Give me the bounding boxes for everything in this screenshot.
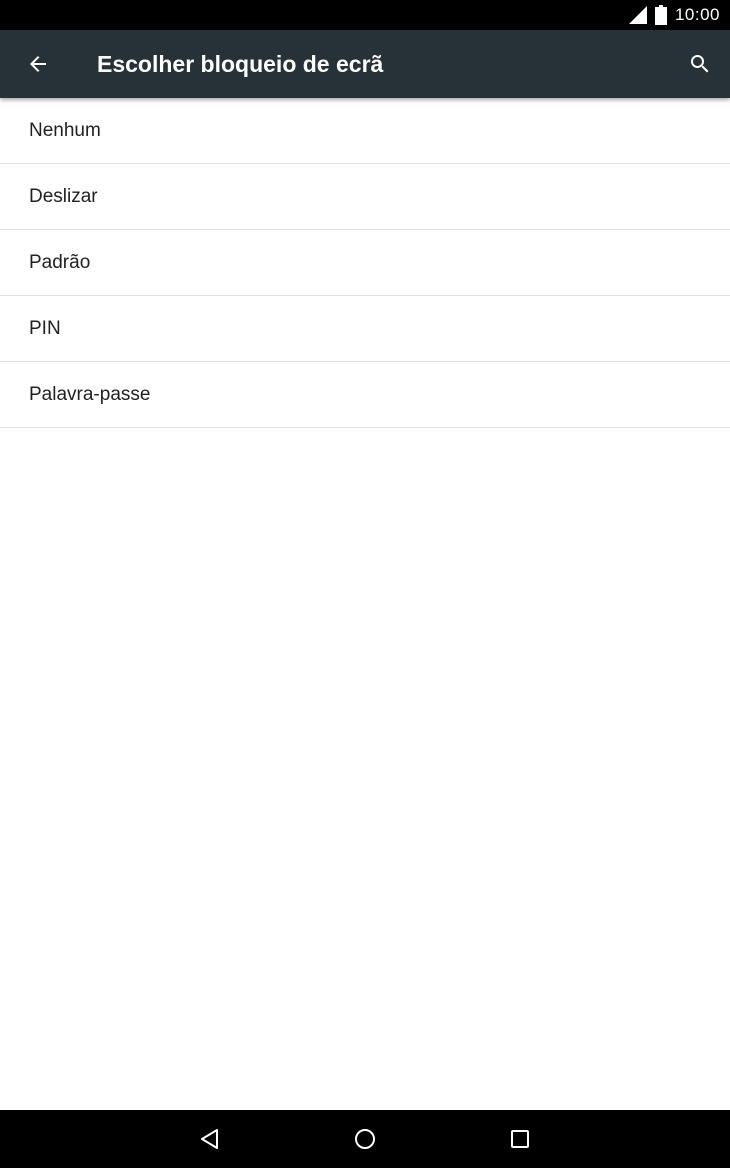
lock-options-list: Nenhum Deslizar Padrão PIN Palavra-passe xyxy=(0,98,730,428)
app-bar: Escolher bloqueio de ecrã xyxy=(0,30,730,98)
back-button[interactable] xyxy=(14,40,62,88)
nav-home-button[interactable] xyxy=(345,1119,385,1159)
nav-recents-icon xyxy=(511,1130,529,1148)
search-button[interactable] xyxy=(676,40,724,88)
lock-option-nenhum[interactable]: Nenhum xyxy=(0,98,730,164)
lock-option-pin[interactable]: PIN xyxy=(0,296,730,362)
search-icon xyxy=(691,55,709,73)
screen: 10:00 Escolher bloqueio de ecrã Nenhum D… xyxy=(0,0,730,1168)
nav-back-icon xyxy=(201,1129,218,1149)
back-arrow-icon xyxy=(30,56,46,72)
lock-option-label: PIN xyxy=(29,317,61,339)
clock: 10:00 xyxy=(674,5,720,24)
lock-option-label: Padrão xyxy=(29,251,91,273)
lock-option-palavra-passe[interactable]: Palavra-passe xyxy=(0,362,730,428)
status-bar: 10:00 xyxy=(0,0,730,30)
page-title: Escolher bloqueio de ecrã xyxy=(97,51,384,77)
lock-option-label: Nenhum xyxy=(29,119,101,141)
lock-option-label: Deslizar xyxy=(29,185,98,207)
status-indicators: 10:00 xyxy=(628,0,720,30)
lock-option-padrao[interactable]: Padrão xyxy=(0,230,730,296)
nav-back-button[interactable] xyxy=(190,1119,230,1159)
lock-option-label: Palavra-passe xyxy=(29,383,151,405)
lock-option-deslizar[interactable]: Deslizar xyxy=(0,164,730,230)
signal-icon xyxy=(628,6,647,24)
nav-recents-button[interactable] xyxy=(500,1119,540,1159)
battery-icon xyxy=(654,5,667,25)
nav-home-icon xyxy=(355,1129,375,1149)
navigation-bar xyxy=(0,1110,730,1168)
